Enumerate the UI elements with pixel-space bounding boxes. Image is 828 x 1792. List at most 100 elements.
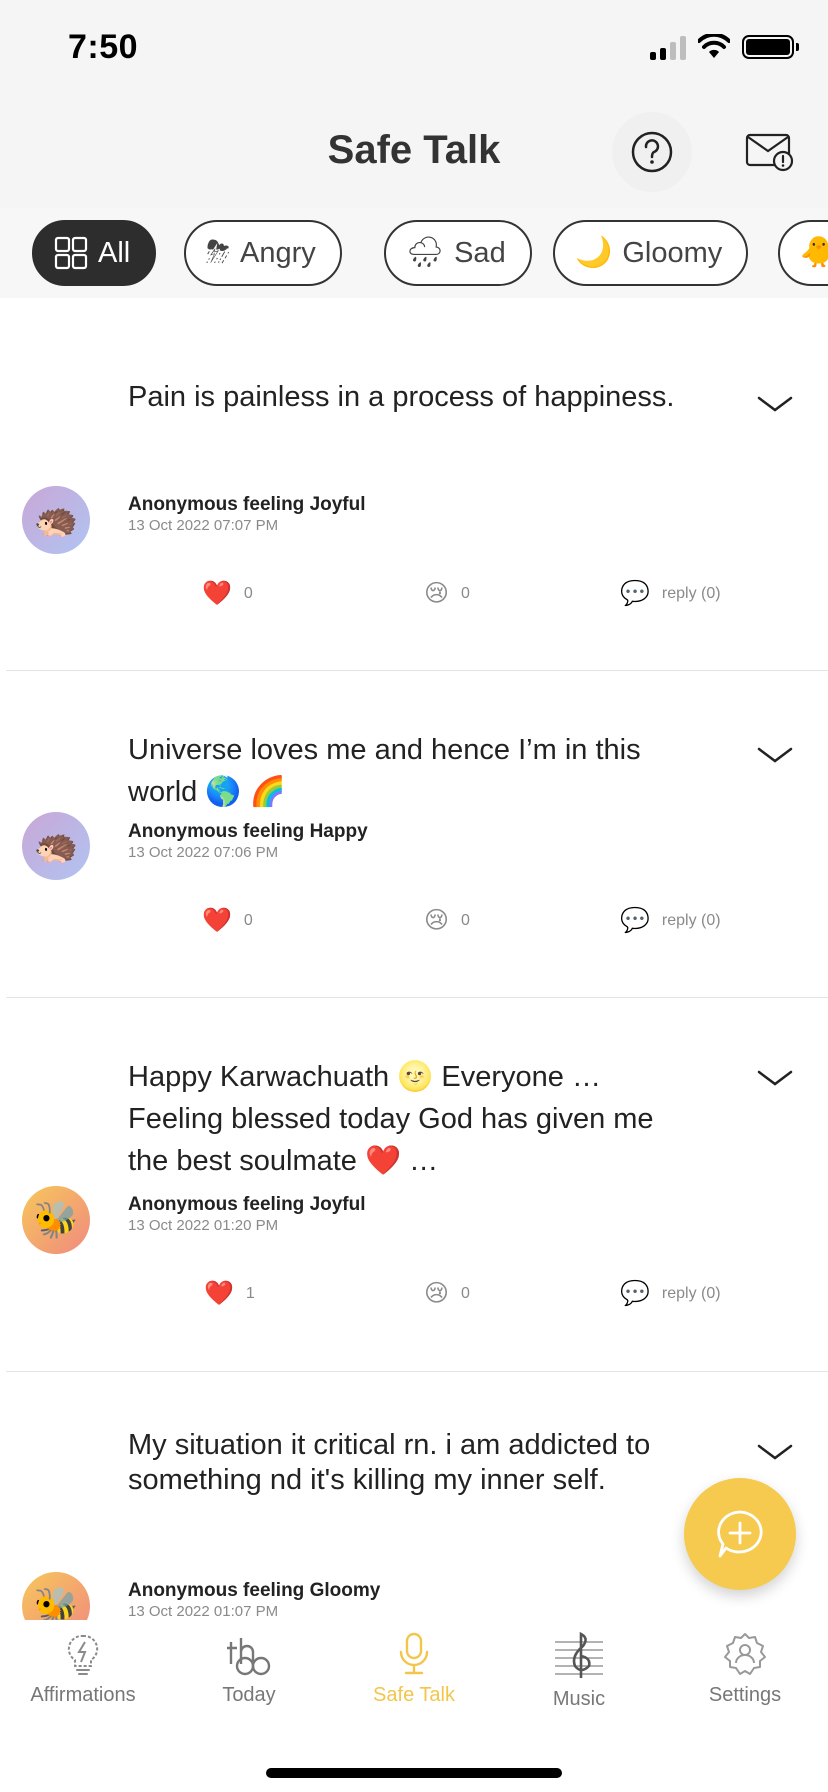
crying-face-icon: 😢 <box>424 580 450 607</box>
post-text: Universe loves me and hence I’m in this … <box>128 734 641 809</box>
post-feed[interactable]: Pain is painless in a process of happine… <box>0 298 828 1620</box>
new-post-button[interactable] <box>684 1478 796 1590</box>
the-logo-icon <box>227 1638 271 1676</box>
hedgehog-icon: 🦔 <box>33 825 79 866</box>
filter-chip-label: Gloomy <box>622 236 723 269</box>
hedgehog-icon: 🦔 <box>33 499 79 540</box>
reply-count: reply (0) <box>661 911 721 929</box>
wifi-icon <box>698 34 730 58</box>
mail-alert-icon <box>745 133 794 172</box>
divider <box>6 997 828 998</box>
filter-chip-all[interactable]: All <box>32 220 157 286</box>
status-time: 7:50 <box>68 28 139 66</box>
sad-react-button[interactable]: 😢 0 <box>424 1279 470 1308</box>
music-note-icon <box>555 1631 603 1678</box>
divider <box>6 1371 828 1372</box>
reply-button[interactable]: 💬 reply (0) <box>620 579 721 608</box>
bee-icon: 🐝 <box>33 1585 79 1620</box>
chevron-down-icon[interactable] <box>755 1066 795 1090</box>
mood-filter-bar: All ⛈ Angry 🌧 Sad 🌙 Gloomy 🐥 <box>0 208 828 298</box>
reply-button[interactable]: 💬 reply (0) <box>620 1279 721 1308</box>
page-title: Safe Talk <box>327 128 501 172</box>
sad-react-button[interactable]: 😢 0 <box>424 579 470 608</box>
reply-count: reply (0) <box>661 1284 721 1302</box>
tab-safe-talk[interactable]: Safe Talk <box>331 1630 497 1707</box>
filter-chip-sad[interactable]: 🌧 Sad <box>384 220 532 286</box>
sun-icon: 🐥 <box>800 236 828 269</box>
tab-music[interactable]: Music <box>496 1630 662 1711</box>
help-button[interactable] <box>612 112 692 192</box>
reaction-bar: ❤️ 0 😢 0 💬 reply (0) <box>0 906 828 936</box>
post-text: Happy Karwachuath 🌝 Everyone … Feeling b… <box>128 1061 654 1178</box>
like-button[interactable]: ❤️ 0 <box>202 579 253 608</box>
chevron-down-icon[interactable] <box>755 392 795 416</box>
chevron-down-icon[interactable] <box>755 743 795 767</box>
tab-label: Today <box>222 1684 276 1706</box>
filter-chip-label: Sad <box>454 236 506 269</box>
filter-chip-gloomy[interactable]: 🌙 Gloomy <box>553 220 749 286</box>
speech-bubble-icon: 💬 <box>620 907 650 934</box>
divider <box>6 670 828 671</box>
avatar[interactable]: 🦔 <box>22 812 90 880</box>
tab-today[interactable]: Today <box>166 1630 332 1707</box>
post-author: Anonymous feeling Joyful <box>128 494 366 515</box>
like-count: 1 <box>245 1284 255 1302</box>
avatar[interactable]: 🐝 <box>22 1572 90 1620</box>
post-date: 13 Oct 2022 07:07 PM <box>128 517 279 534</box>
sad-react-button[interactable]: 😢 0 <box>424 906 470 935</box>
post-date: 13 Oct 2022 01:20 PM <box>128 1217 279 1234</box>
sad-count: 0 <box>461 584 470 602</box>
tab-label: Settings <box>708 1684 782 1706</box>
cellular-signal-icon <box>650 34 686 60</box>
inbox-button[interactable] <box>740 122 800 182</box>
reply-button[interactable]: 💬 reply (0) <box>620 906 721 935</box>
bee-icon: 🐝 <box>33 1199 79 1240</box>
tab-affirmations[interactable]: Affirmations <box>0 1630 166 1707</box>
crying-face-icon: 😢 <box>424 907 450 934</box>
tab-settings[interactable]: Settings <box>662 1630 828 1707</box>
like-count: 0 <box>243 911 253 929</box>
sad-count: 0 <box>461 911 470 929</box>
post-author: Anonymous feeling Joyful <box>128 1194 366 1215</box>
like-count: 0 <box>243 584 253 602</box>
microphone-icon <box>399 1632 429 1675</box>
reaction-bar: ❤️ 1 😢 0 💬 reply (0) <box>0 1279 828 1309</box>
filter-chip-label: Angry <box>240 236 316 269</box>
chat-plus-icon <box>717 1510 763 1558</box>
reply-count: reply (0) <box>661 584 721 602</box>
post-text: Pain is painless in a process of happine… <box>128 381 675 413</box>
post-date: 13 Oct 2022 01:07 PM <box>128 1603 279 1620</box>
post-author: Anonymous feeling Gloomy <box>128 1580 381 1601</box>
like-button[interactable]: ❤️ 1 <box>204 1279 255 1308</box>
lightbulb-icon <box>67 1634 99 1675</box>
filter-chip-more[interactable]: 🐥 <box>778 220 828 286</box>
crying-face-icon: 😢 <box>424 1280 450 1307</box>
rain-cloud-icon: 🌧 <box>406 236 445 269</box>
post-text: My situation it critical rn. i am addict… <box>128 1429 651 1496</box>
post-author: Anonymous feeling Happy <box>128 821 368 842</box>
filter-chip-label: All <box>98 236 131 269</box>
tab-label: Affirmations <box>30 1684 136 1706</box>
filter-chip-angry[interactable]: ⛈ Angry <box>184 220 342 286</box>
speech-bubble-icon: 💬 <box>620 580 650 607</box>
tab-label: Safe Talk <box>373 1684 455 1706</box>
avatar[interactable]: 🦔 <box>22 486 90 554</box>
question-circle-icon <box>631 131 673 173</box>
like-button[interactable]: ❤️ 0 <box>202 906 253 935</box>
storm-cloud-icon: ⛈ <box>206 236 230 269</box>
avatar[interactable]: 🐝 <box>22 1186 90 1254</box>
speech-bubble-icon: 💬 <box>620 1280 650 1307</box>
heart-icon: ❤️ <box>204 1280 234 1307</box>
moon-icon: 🌙 <box>575 236 613 269</box>
grid-icon <box>54 236 88 270</box>
heart-icon: ❤️ <box>202 580 232 607</box>
chevron-down-icon[interactable] <box>755 1440 795 1464</box>
gear-icon <box>724 1633 766 1675</box>
post-date: 13 Oct 2022 07:06 PM <box>128 844 279 861</box>
heart-icon: ❤️ <box>202 907 232 934</box>
app-header: Safe Talk <box>0 100 828 208</box>
sad-count: 0 <box>461 1284 470 1302</box>
home-indicator <box>266 1768 562 1778</box>
tab-label: Music <box>552 1688 606 1710</box>
battery-icon <box>742 35 799 59</box>
